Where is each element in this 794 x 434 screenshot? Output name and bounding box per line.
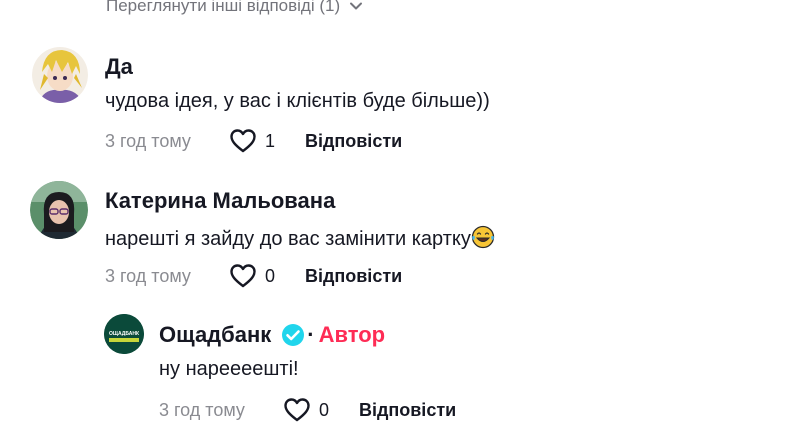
like-count: 0 bbox=[318, 399, 329, 420]
view-more-label: Переглянути інші відповіді (1) bbox=[106, 0, 341, 15]
like-button[interactable]: 0 bbox=[229, 263, 275, 289]
reply-button[interactable]: Відповісти bbox=[359, 400, 456, 421]
heart-icon bbox=[230, 129, 256, 153]
heart-icon bbox=[230, 264, 256, 288]
reply-button[interactable]: Відповісти bbox=[305, 266, 402, 287]
comment-time: 3 год тому bbox=[105, 265, 191, 286]
like-button[interactable]: 1 bbox=[229, 128, 275, 154]
avatar[interactable] bbox=[32, 44, 88, 106]
chevron-down-icon bbox=[350, 2, 363, 10]
avatar[interactable]: ОЩАДБАНК bbox=[104, 314, 144, 354]
face-with-tears-of-joy-icon bbox=[471, 225, 495, 249]
verified-badge-icon bbox=[282, 324, 305, 346]
like-button[interactable]: 0 bbox=[283, 397, 329, 423]
comment-meta: 3 год тому 0 Відповісти bbox=[159, 396, 456, 424]
like-count: 1 bbox=[264, 130, 275, 151]
separator-dot: · bbox=[307, 322, 315, 347]
like-count: 0 bbox=[264, 265, 275, 286]
reply-button[interactable]: Відповісти bbox=[305, 131, 402, 152]
commenter-name[interactable]: Ощадбанк bbox=[159, 322, 271, 348]
comment-meta: 3 год тому 1 Відповісти bbox=[105, 127, 402, 155]
avatar[interactable] bbox=[30, 180, 88, 240]
author-badge: Автор bbox=[318, 322, 386, 347]
bank-logo: ОЩАДБАНК bbox=[104, 314, 144, 354]
heart-icon bbox=[284, 398, 310, 422]
commenter-name-row: Ощадбанк · Автор bbox=[159, 322, 385, 348]
comment-text-content: нарешті я зайду до вас замінити картку bbox=[105, 228, 471, 250]
comment-text: чудова ідея, у вас і клієнтів буде більш… bbox=[105, 90, 490, 112]
comment-time: 3 год тому bbox=[159, 399, 245, 420]
commenter-name[interactable]: Катерина Мальована bbox=[105, 188, 335, 214]
view-more-replies[interactable]: Переглянути інші відповіді (1) bbox=[106, 0, 364, 16]
comment-text: нарешті я зайду до вас замінити картку bbox=[105, 225, 495, 251]
comment-meta: 3 год тому 0 Відповісти bbox=[105, 262, 402, 290]
comment-time: 3 год тому bbox=[105, 130, 191, 151]
comment-text: ну нареееешті! bbox=[159, 358, 299, 380]
commenter-name[interactable]: Да bbox=[105, 54, 133, 80]
logo-text: ОЩАДБАНК bbox=[109, 331, 140, 337]
